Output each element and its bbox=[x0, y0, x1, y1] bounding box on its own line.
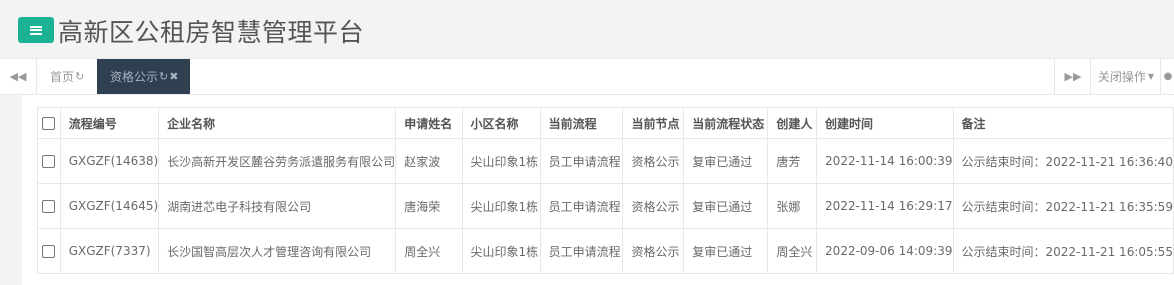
content-panel: 流程编号 企业名称 申请姓名 小区名称 当前流程 当前节点 当前流程状态 创建人… bbox=[22, 95, 1174, 285]
scroll-tabs-right-button[interactable]: ▶▶ bbox=[1054, 59, 1091, 94]
hamburger-icon bbox=[30, 25, 42, 35]
cell-status: 复审已通过 bbox=[683, 138, 769, 184]
table-header-row: 流程编号 企业名称 申请姓名 小区名称 当前流程 当前节点 当前流程状态 创建人… bbox=[37, 107, 1174, 139]
refresh-icon[interactable]: ↻ bbox=[159, 70, 168, 83]
cell-applicant: 周全兴 bbox=[395, 228, 463, 274]
double-chevron-right-icon: ▶▶ bbox=[1064, 70, 1082, 83]
cell-creator: 周全兴 bbox=[767, 228, 818, 274]
row-checkbox[interactable] bbox=[42, 200, 56, 213]
column-header[interactable]: 当前流程状态 bbox=[683, 107, 769, 139]
row-checkbox[interactable] bbox=[42, 245, 56, 258]
cell-remark: 公示结束时间：2022-11-21 16:36:40 bbox=[952, 138, 1174, 184]
column-header[interactable]: 流程编号 bbox=[59, 107, 160, 139]
app-header: 高新区公租房智慧管理平台 bbox=[0, 0, 1174, 58]
cell-company: 湖南进芯电子科技有限公司 bbox=[158, 183, 397, 229]
menu-toggle-button[interactable] bbox=[18, 17, 54, 43]
cell-created: 2022-11-14 16:00:39 bbox=[816, 138, 954, 184]
cell-created: 2022-09-06 14:09:39 bbox=[816, 228, 954, 274]
cell-process-no: GXGZF(14645) bbox=[59, 183, 160, 229]
app-title: 高新区公租房智慧管理平台 bbox=[58, 18, 365, 47]
table-row[interactable]: GXGZF(7337) 长沙国智高层次人才管理咨询有限公司 周全兴 尖山印象1栋… bbox=[37, 228, 1174, 274]
column-header[interactable]: 当前流程 bbox=[539, 107, 624, 139]
cell-community: 尖山印象1栋 bbox=[461, 183, 541, 229]
cell-flow: 员工申请流程 bbox=[539, 183, 624, 229]
refresh-icon[interactable]: ↻ bbox=[75, 70, 84, 83]
tab-bar: ◀◀ 首页 ↻ 资格公示 ↻ ✖ ▶▶ 关闭操作 ▼ ● bbox=[0, 58, 1174, 95]
select-all-checkbox-cell bbox=[37, 107, 61, 139]
column-header[interactable]: 备注 bbox=[952, 107, 1174, 139]
close-operations-dropdown[interactable]: 关闭操作 ▼ bbox=[1090, 59, 1161, 94]
scroll-tabs-left-button[interactable]: ◀◀ bbox=[0, 59, 37, 94]
cell-node: 资格公示 bbox=[622, 138, 685, 184]
cell-node: 资格公示 bbox=[622, 183, 685, 229]
cell-node: 资格公示 bbox=[622, 228, 685, 274]
cell-remark: 公示结束时间：2022-11-21 16:05:55 bbox=[952, 228, 1174, 274]
tab-home[interactable]: 首页 ↻ bbox=[37, 59, 97, 94]
double-chevron-left-icon: ◀◀ bbox=[9, 70, 27, 83]
signout-icon: ● bbox=[1163, 71, 1173, 82]
cell-process-no: GXGZF(7337) bbox=[59, 228, 160, 274]
cell-applicant: 唐海荣 bbox=[395, 183, 463, 229]
cell-flow: 员工申请流程 bbox=[539, 228, 624, 274]
tab-qualification-publicity[interactable]: 资格公示 ↻ ✖ bbox=[97, 59, 190, 94]
column-header[interactable]: 小区名称 bbox=[461, 107, 541, 139]
select-all-checkbox[interactable] bbox=[42, 117, 56, 130]
column-header[interactable]: 创建人 bbox=[767, 107, 818, 139]
tab-home-label: 首页 bbox=[50, 70, 75, 84]
close-operations-label: 关闭操作 bbox=[1097, 70, 1146, 84]
cell-company: 长沙高新开发区麓谷劳务派遣服务有限公司 bbox=[158, 138, 397, 184]
table-row[interactable]: GXGZF(14638) 长沙高新开发区麓谷劳务派遣服务有限公司 赵家波 尖山印… bbox=[37, 138, 1174, 184]
cell-status: 复审已通过 bbox=[683, 183, 769, 229]
data-table: 流程编号 企业名称 申请姓名 小区名称 当前流程 当前节点 当前流程状态 创建人… bbox=[37, 107, 1174, 274]
caret-down-icon: ▼ bbox=[1147, 72, 1155, 81]
column-header[interactable]: 当前节点 bbox=[622, 107, 685, 139]
cell-creator: 唐芳 bbox=[767, 138, 818, 184]
column-header[interactable]: 创建时间 bbox=[816, 107, 954, 139]
cell-remark: 公示结束时间：2022-11-21 16:35:59 bbox=[952, 183, 1174, 229]
row-checkbox-cell bbox=[37, 138, 61, 184]
cell-creator: 张娜 bbox=[767, 183, 818, 229]
cell-process-no: GXGZF(14638) bbox=[59, 138, 160, 184]
row-checkbox-cell bbox=[37, 183, 61, 229]
cell-applicant: 赵家波 bbox=[395, 138, 463, 184]
cell-status: 复审已通过 bbox=[683, 228, 769, 274]
row-checkbox-cell bbox=[37, 228, 61, 274]
cell-flow: 员工申请流程 bbox=[539, 138, 624, 184]
cell-created: 2022-11-14 16:29:17 bbox=[816, 183, 954, 229]
table-row[interactable]: GXGZF(14645) 湖南进芯电子科技有限公司 唐海荣 尖山印象1栋 员工申… bbox=[37, 183, 1174, 229]
cell-company: 长沙国智高层次人才管理咨询有限公司 bbox=[158, 228, 397, 274]
cell-community: 尖山印象1栋 bbox=[461, 138, 541, 184]
cell-community: 尖山印象1栋 bbox=[461, 228, 541, 274]
row-checkbox[interactable] bbox=[42, 155, 56, 168]
column-header[interactable]: 企业名称 bbox=[158, 107, 397, 139]
close-icon[interactable]: ✖ bbox=[169, 70, 178, 83]
column-header[interactable]: 申请姓名 bbox=[395, 107, 463, 139]
logout-button[interactable]: ● bbox=[1160, 59, 1174, 94]
tab-active-label: 资格公示 bbox=[110, 70, 159, 84]
